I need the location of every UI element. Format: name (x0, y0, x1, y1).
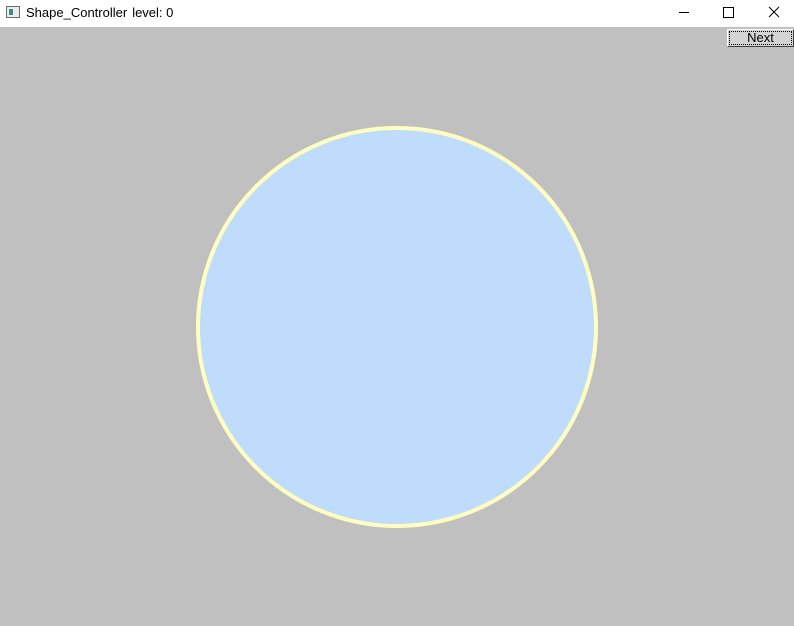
circle-shape[interactable] (196, 126, 598, 528)
drawing-canvas[interactable] (0, 27, 794, 626)
next-button[interactable]: Next (727, 29, 794, 47)
level-label: level: 0 (132, 5, 174, 20)
shape-canvas (196, 126, 598, 528)
close-button[interactable] (750, 0, 794, 27)
title-bar[interactable]: Shape_Controller level: 0 (0, 0, 794, 27)
minimize-button[interactable] (660, 0, 706, 27)
maximize-icon (723, 7, 734, 18)
app-icon (6, 6, 20, 18)
window-title: Shape_Controller level: 0 (26, 5, 173, 20)
maximize-button[interactable] (705, 0, 751, 27)
minimize-icon (679, 12, 689, 13)
close-icon (768, 6, 780, 18)
app-name: Shape_Controller (26, 5, 128, 20)
app-window: Shape_Controller level: 0 Next (0, 0, 794, 626)
